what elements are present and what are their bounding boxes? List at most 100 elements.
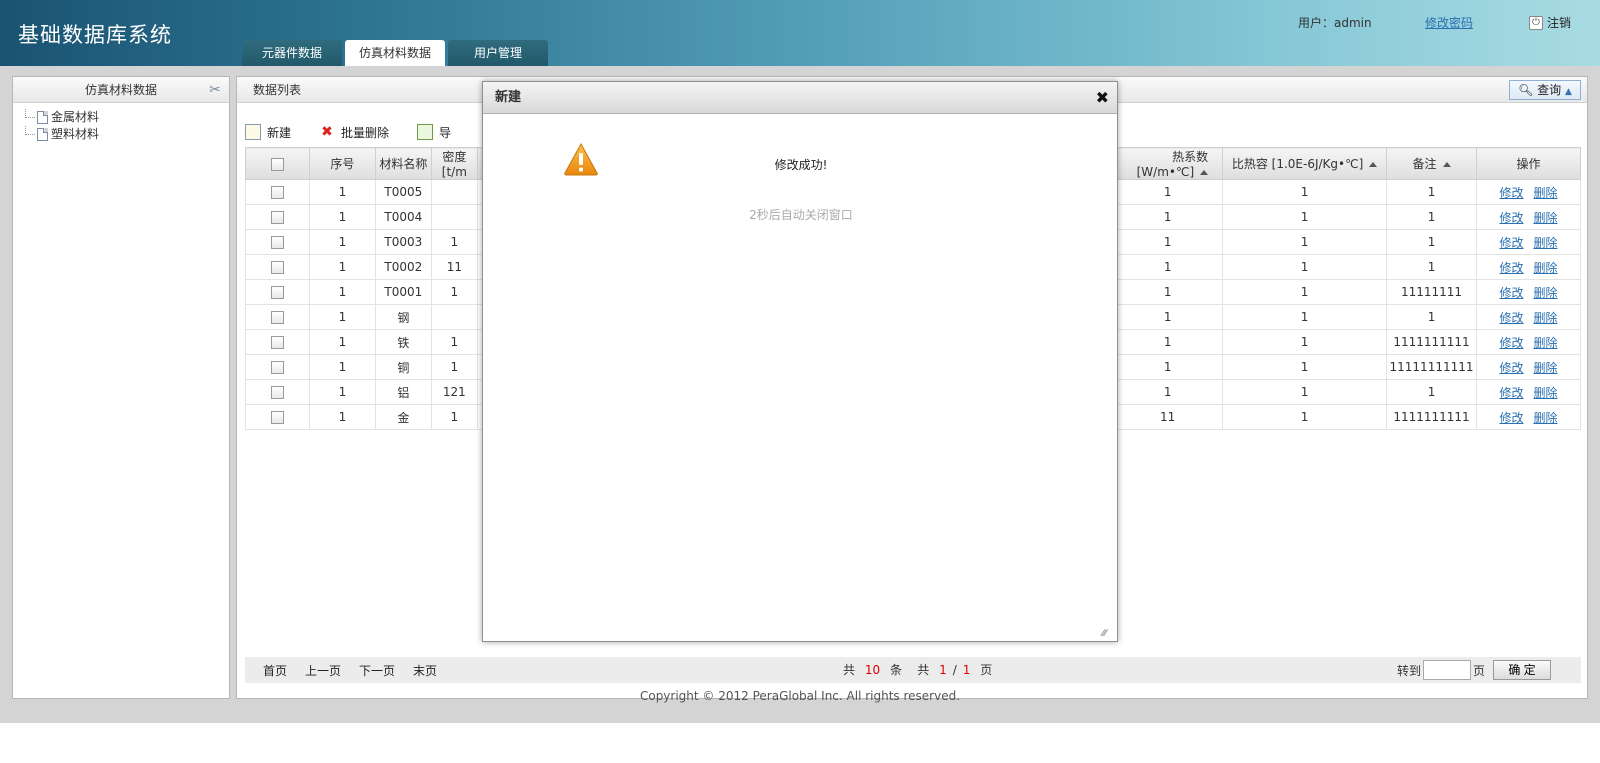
export-icon bbox=[417, 124, 434, 140]
export-button[interactable]: 导 bbox=[417, 124, 451, 141]
pages-prefix: 共 bbox=[917, 663, 930, 677]
note-cell: 1 bbox=[1386, 179, 1477, 205]
delete-icon: ✖ bbox=[321, 124, 333, 140]
delete-link[interactable]: 删除 bbox=[1534, 211, 1558, 225]
goto-page-input[interactable] bbox=[1422, 660, 1471, 680]
edit-link[interactable]: 修改 bbox=[1499, 211, 1523, 225]
thermal-cell: 1 bbox=[1112, 179, 1224, 205]
row-checkbox[interactable] bbox=[270, 336, 284, 349]
edit-link[interactable]: 修改 bbox=[1499, 186, 1523, 200]
first-page-link[interactable]: 首页 bbox=[263, 662, 287, 679]
column-header-name[interactable]: 材料名称 bbox=[374, 147, 432, 180]
close-icon[interactable]: ✖ bbox=[1096, 82, 1109, 114]
delete-link[interactable]: 删除 bbox=[1534, 411, 1558, 425]
edit-link[interactable]: 修改 bbox=[1499, 411, 1523, 425]
seq-cell: 1 bbox=[308, 379, 376, 405]
column-header-thermal[interactable]: 热系数 [W/m•℃] bbox=[1112, 147, 1224, 180]
row-select-cell bbox=[245, 254, 310, 280]
new-label: 新建 bbox=[267, 125, 292, 140]
thermal-cell: 1 bbox=[1112, 329, 1224, 355]
edit-link[interactable]: 修改 bbox=[1499, 336, 1523, 350]
tab-simulation-materials[interactable]: 仿真材料数据 bbox=[345, 40, 445, 66]
delete-link[interactable]: 删除 bbox=[1534, 236, 1558, 250]
page-summary: 共 10 条 共 1 / 1 页 bbox=[843, 657, 992, 683]
row-select-cell bbox=[245, 229, 310, 255]
next-page-link[interactable]: 下一页 bbox=[359, 662, 395, 679]
row-checkbox[interactable] bbox=[270, 286, 284, 299]
density-cell: 1 bbox=[430, 404, 478, 430]
actions-cell: 修改 删除 bbox=[1476, 254, 1581, 280]
column-header-density[interactable]: 密度[t/m bbox=[430, 147, 478, 180]
density-cell: 11 bbox=[430, 254, 478, 280]
goto-confirm-button[interactable]: 确 定 bbox=[1493, 660, 1551, 680]
specific-heat-cell: 1 bbox=[1222, 354, 1388, 380]
row-checkbox[interactable] bbox=[270, 311, 284, 324]
edit-link[interactable]: 修改 bbox=[1499, 236, 1523, 250]
tree-item-plastic[interactable]: 塑料材料 bbox=[25, 126, 229, 143]
edit-link[interactable]: 修改 bbox=[1499, 386, 1523, 400]
query-label: 查询 bbox=[1537, 83, 1562, 97]
delete-link[interactable]: 删除 bbox=[1534, 361, 1558, 375]
row-checkbox[interactable] bbox=[270, 386, 284, 399]
delete-link[interactable]: 删除 bbox=[1534, 286, 1558, 300]
row-checkbox[interactable] bbox=[270, 211, 284, 224]
row-checkbox[interactable] bbox=[270, 236, 284, 249]
edit-link[interactable]: 修改 bbox=[1499, 286, 1523, 300]
change-password-link[interactable]: 修改密码 bbox=[1425, 14, 1473, 31]
actions-cell: 修改 删除 bbox=[1476, 379, 1581, 405]
footer-copyright: Copyright © 2012 PeraGlobal Inc. All rig… bbox=[639, 689, 961, 703]
pagination-bar: 首页 上一页 下一页 末页 共 10 条 共 1 / 1 页 转到 页 确 定 bbox=[245, 657, 1581, 683]
delete-link[interactable]: 删除 bbox=[1534, 261, 1558, 275]
sort-asc-icon bbox=[1369, 162, 1378, 167]
specific-heat-cell: 1 bbox=[1222, 204, 1388, 230]
note-cell: 1111111111 bbox=[1386, 329, 1477, 355]
edit-link[interactable]: 修改 bbox=[1499, 311, 1523, 325]
delete-link[interactable]: 删除 bbox=[1534, 186, 1558, 200]
name-cell: 金 bbox=[374, 404, 432, 430]
density-cell bbox=[430, 179, 478, 205]
row-checkbox[interactable] bbox=[270, 186, 284, 199]
specific-heat-cell: 1 bbox=[1222, 279, 1388, 305]
column-header-seq[interactable]: 序号 bbox=[308, 147, 376, 180]
row-checkbox[interactable] bbox=[270, 261, 284, 274]
density-cell: 1 bbox=[430, 279, 478, 305]
row-select-cell bbox=[245, 354, 310, 380]
column-header-actions: 操作 bbox=[1476, 147, 1581, 180]
export-label: 导 bbox=[439, 125, 452, 140]
tab-components[interactable]: 元器件数据 bbox=[242, 40, 342, 66]
resize-handle-icon[interactable]: ⁄⁄⁄ bbox=[1102, 630, 1114, 639]
select-all-checkbox[interactable] bbox=[270, 157, 284, 171]
name-cell: T0004 bbox=[374, 204, 432, 230]
name-cell: 铝 bbox=[374, 379, 432, 405]
prev-page-link[interactable]: 上一页 bbox=[305, 662, 341, 679]
row-checkbox[interactable] bbox=[270, 411, 284, 424]
delete-link[interactable]: 删除 bbox=[1534, 311, 1558, 325]
batch-delete-button[interactable]: ✖ 批量删除 bbox=[319, 124, 389, 141]
material-tree: 金属材料 塑料材料 bbox=[13, 103, 229, 143]
note-cell: 1 bbox=[1386, 254, 1477, 280]
row-select-cell bbox=[245, 404, 310, 430]
density-cell: 1 bbox=[430, 329, 478, 355]
batch-delete-label: 批量删除 bbox=[341, 125, 390, 140]
column-header-specific-heat[interactable]: 比热容 [1.0E-6J/Kg•℃] bbox=[1222, 147, 1388, 180]
row-checkbox[interactable] bbox=[270, 361, 284, 374]
tab-user-management[interactable]: 用户管理 bbox=[448, 40, 548, 66]
pages-suffix: 页 bbox=[980, 663, 993, 677]
column-header-note[interactable]: 备注 bbox=[1386, 147, 1477, 180]
name-cell: T0005 bbox=[374, 179, 432, 205]
delete-link[interactable]: 删除 bbox=[1534, 386, 1558, 400]
query-button[interactable]: 🔍︎ 查询 ▲ bbox=[1509, 80, 1581, 100]
note-cell: 1111111111 bbox=[1386, 404, 1477, 430]
select-all-header bbox=[245, 147, 310, 180]
last-page-link[interactable]: 末页 bbox=[413, 662, 437, 679]
edit-link[interactable]: 修改 bbox=[1499, 361, 1523, 375]
specific-heat-cell: 1 bbox=[1222, 379, 1388, 405]
density-cell bbox=[430, 204, 478, 230]
new-button[interactable]: 新建 bbox=[245, 124, 291, 141]
tree-item-metal[interactable]: 金属材料 bbox=[25, 109, 229, 126]
delete-link[interactable]: 删除 bbox=[1534, 336, 1558, 350]
edit-link[interactable]: 修改 bbox=[1499, 261, 1523, 275]
tools-icon[interactable]: ✂ bbox=[207, 82, 223, 98]
thermal-cell: 1 bbox=[1112, 304, 1224, 330]
logout-button[interactable]: ⏻ 注销 bbox=[1529, 14, 1571, 31]
